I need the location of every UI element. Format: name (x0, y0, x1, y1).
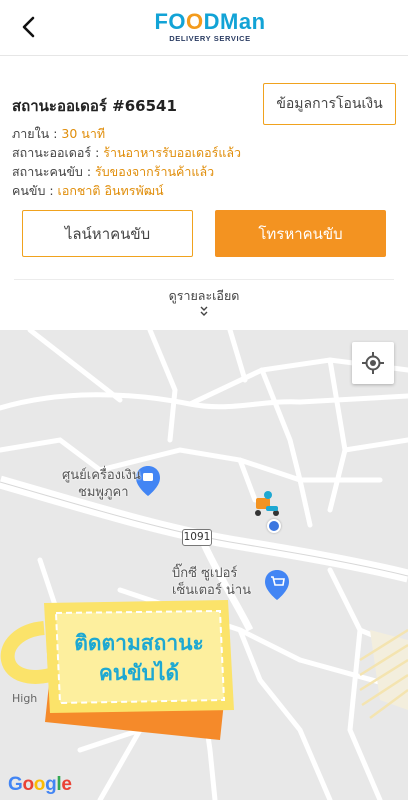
info-row-driver: คนขับ : เอกชาติ อินทรพัฒน์ (12, 181, 241, 200)
route-number-badge: 1091 (182, 529, 212, 546)
info-label: ภายใน : (12, 126, 62, 141)
poi-atm-line1: ศูนย์เครื่องเงิน (62, 468, 141, 483)
view-details-link[interactable]: ดูรายละเอียด (0, 286, 408, 318)
transfer-info-button[interactable]: ข้อมูลการโอนเงิน (263, 83, 396, 125)
info-row-driver-status: สถานะคนขับ : รับของจากร้านค้าแล้ว (12, 162, 241, 181)
crosshair-icon (362, 352, 384, 374)
poi-market-line2: เซ็นเตอร์ น่าน (172, 583, 252, 598)
poi-atm-line2: ชมพูภูคา (78, 485, 129, 500)
info-label: คนขับ : (12, 183, 58, 198)
logo-brand-b: DMan (203, 9, 266, 34)
google-logo: Google (8, 774, 72, 796)
info-label: สถานะออเดอร์ : (12, 145, 104, 160)
poi-label-market: บิ๊กซี ซูเปอร์ เซ็นเตอร์ น่าน (172, 565, 251, 599)
info-row-time: ภายใน : 30 นาที (12, 124, 241, 143)
double-chevron-down-icon (200, 306, 208, 316)
google-letter: o (33, 774, 46, 795)
poi-label-atm: ศูนย์เครื่องเงิน ชมพูภูคา (62, 467, 141, 501)
map-view[interactable]: ศูนย์เครื่องเงิน ชมพูภูคา บิ๊กซี ซูเปอร์… (0, 330, 408, 800)
top-bar: FOODMan DELIVERY SERVICE (0, 0, 408, 56)
info-label: สถานะคนขับ : (12, 164, 96, 179)
call-driver-button[interactable]: โทรหาคนขับ (215, 210, 386, 257)
foodman-logo: FOODMan DELIVERY SERVICE (150, 10, 270, 50)
view-details-label: ดูรายละเอียด (168, 288, 240, 303)
road-label: High (12, 692, 38, 705)
info-row-order-status: สถานะออเดอร์ : ร้านอาหารรับออเดอร์แล้ว (12, 143, 241, 162)
chevron-left-icon (22, 16, 35, 38)
google-letter: e (61, 774, 72, 795)
rider-location-dot (267, 519, 281, 533)
line-driver-button[interactable]: ไลน์หาคนขับ (22, 210, 193, 257)
tracking-tag-line2: คนขับได้ (98, 661, 180, 685)
logo-brand-a: FO (154, 9, 187, 34)
info-value: ร้านอาหารรับออเดอร์แล้ว (103, 145, 242, 160)
tracking-tag-line1: ติดตามสถานะ (74, 631, 204, 655)
order-status-title: สถานะออเดอร์ #66541 (12, 97, 177, 115)
info-value: 30 นาที (61, 126, 106, 141)
tracking-tag-text: ติดตามสถานะ คนขับได้ (54, 628, 224, 688)
info-value: รับของจากร้านค้าแล้ว (95, 164, 215, 179)
my-location-button[interactable] (352, 342, 394, 384)
poi-market-line1: บิ๊กซี ซูเปอร์ (172, 566, 238, 581)
back-button[interactable] (16, 12, 44, 42)
google-letter: G (8, 774, 23, 795)
info-value: เอกชาติ อินทรพัฒน์ (57, 183, 164, 198)
google-letter: o (22, 774, 34, 795)
divider (14, 279, 394, 280)
order-panel: สถานะออเดอร์ #66541 ข้อมูลการโอนเงิน ภาย… (0, 72, 408, 330)
logo-tagline: DELIVERY SERVICE (169, 34, 251, 43)
logo-brand-o: O (186, 9, 204, 34)
google-letter: g (45, 774, 57, 795)
order-info: ภายใน : 30 นาที สถานะออเดอร์ : ร้านอาหาร… (12, 124, 241, 200)
